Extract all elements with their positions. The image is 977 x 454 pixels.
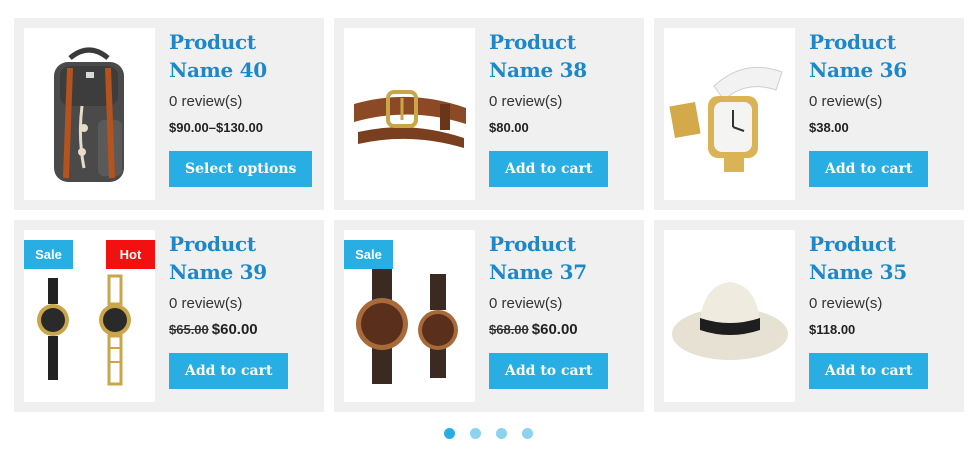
product-image[interactable] <box>344 28 475 200</box>
pagination-dot[interactable] <box>522 428 533 439</box>
hat-icon <box>672 282 788 360</box>
review-count: 0 review(s) <box>809 295 883 312</box>
product-price: $90.00–$130.00 <box>169 119 319 137</box>
add-to-cart-button[interactable]: Add to cart <box>489 151 609 187</box>
sale-price: $60.00 <box>531 321 578 338</box>
product-image[interactable]: Sale Hot <box>24 230 155 402</box>
product-price: $38.00 <box>809 119 959 137</box>
review-count: 0 review(s) <box>169 93 243 110</box>
product-image[interactable] <box>664 28 795 200</box>
review-count: 0 review(s) <box>809 93 883 110</box>
add-to-cart-button[interactable]: Add to cart <box>809 151 929 187</box>
product-title[interactable]: Product Name 35 <box>809 230 959 286</box>
product-card: Sale Product Name 37 0 review(s) $68.00 $… <box>334 220 644 412</box>
sale-badge: Sale <box>24 240 73 269</box>
add-to-cart-button[interactable]: Add to cart <box>809 353 929 389</box>
review-count: 0 review(s) <box>489 93 563 110</box>
old-price: $68.00 <box>489 322 529 337</box>
product-image[interactable] <box>664 230 795 402</box>
product-card: Product Name 40 0 review(s) $90.00–$130.… <box>14 18 324 210</box>
sale-badge: Sale <box>344 240 393 269</box>
price: $38.00 <box>809 120 849 135</box>
belt-icon <box>354 90 466 148</box>
hot-badge: Hot <box>106 240 155 269</box>
price: $90.00–$130.00 <box>169 120 263 135</box>
pagination-dot[interactable] <box>496 428 507 439</box>
add-to-cart-button[interactable]: Add to cart <box>489 353 609 389</box>
product-card: Sale Hot Product Name 39 0 review(s) $65… <box>14 220 324 412</box>
gold-watch-icon <box>669 66 783 172</box>
product-title[interactable]: Product Name 39 <box>169 230 319 286</box>
sale-price: $60.00 <box>211 321 258 338</box>
product-image[interactable] <box>24 28 155 200</box>
price: $118.00 <box>809 322 856 337</box>
product-price: $65.00 $60.00 <box>169 321 319 339</box>
product-title[interactable]: Product Name 38 <box>489 28 639 84</box>
review-count: 0 review(s) <box>169 295 243 312</box>
product-card: Product Name 36 0 review(s) $38.00 Add t… <box>654 18 964 210</box>
review-count: 0 review(s) <box>489 295 563 312</box>
backpack-icon <box>54 47 124 182</box>
pagination-dot[interactable] <box>470 428 481 439</box>
select-options-button[interactable]: Select options <box>169 151 313 187</box>
product-card: Product Name 35 0 review(s) $118.00 Add … <box>654 220 964 412</box>
product-price: $118.00 <box>809 321 959 339</box>
product-image[interactable]: Sale <box>344 230 475 402</box>
price: $80.00 <box>489 120 529 135</box>
add-to-cart-button[interactable]: Add to cart <box>169 353 289 389</box>
product-title[interactable]: Product Name 36 <box>809 28 959 84</box>
product-price: $68.00 $60.00 <box>489 321 639 339</box>
old-price: $65.00 <box>169 322 209 337</box>
product-title[interactable]: Product Name 40 <box>169 28 319 84</box>
product-price: $80.00 <box>489 119 639 137</box>
pagination-dot[interactable] <box>444 428 455 439</box>
product-card: Product Name 38 0 review(s) $80.00 Add t… <box>334 18 644 210</box>
product-title[interactable]: Product Name 37 <box>489 230 639 286</box>
